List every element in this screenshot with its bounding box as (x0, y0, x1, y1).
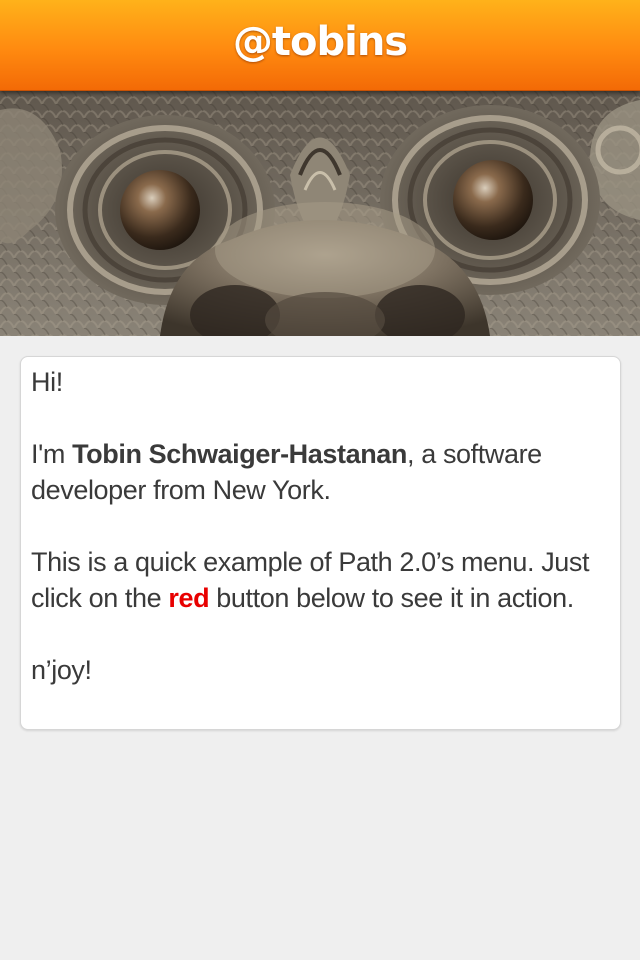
greeting-text: Hi! (31, 367, 63, 397)
example-paragraph: This is a quick example of Path 2.0’s me… (31, 544, 610, 616)
header-bar: @tobins (0, 0, 640, 91)
intro-prefix: I'm (31, 439, 73, 469)
example-line: This is a quick example of Path 2.0’s me… (31, 547, 535, 577)
header-title: @tobins (232, 19, 408, 65)
signoff-text: n’joy! (31, 655, 92, 685)
hero-image (0, 90, 640, 336)
red-highlight-text: red (168, 583, 210, 613)
author-name: Tobin Schwaiger-Hastanan (72, 439, 408, 469)
instruction-suffix: button below to see it in action. (209, 583, 574, 613)
intro-paragraph: I'm Tobin Schwaiger-Hastanan, a software… (31, 436, 610, 508)
intro-card: Hi! I'm Tobin Schwaiger-Hastanan, a soft… (20, 356, 621, 730)
